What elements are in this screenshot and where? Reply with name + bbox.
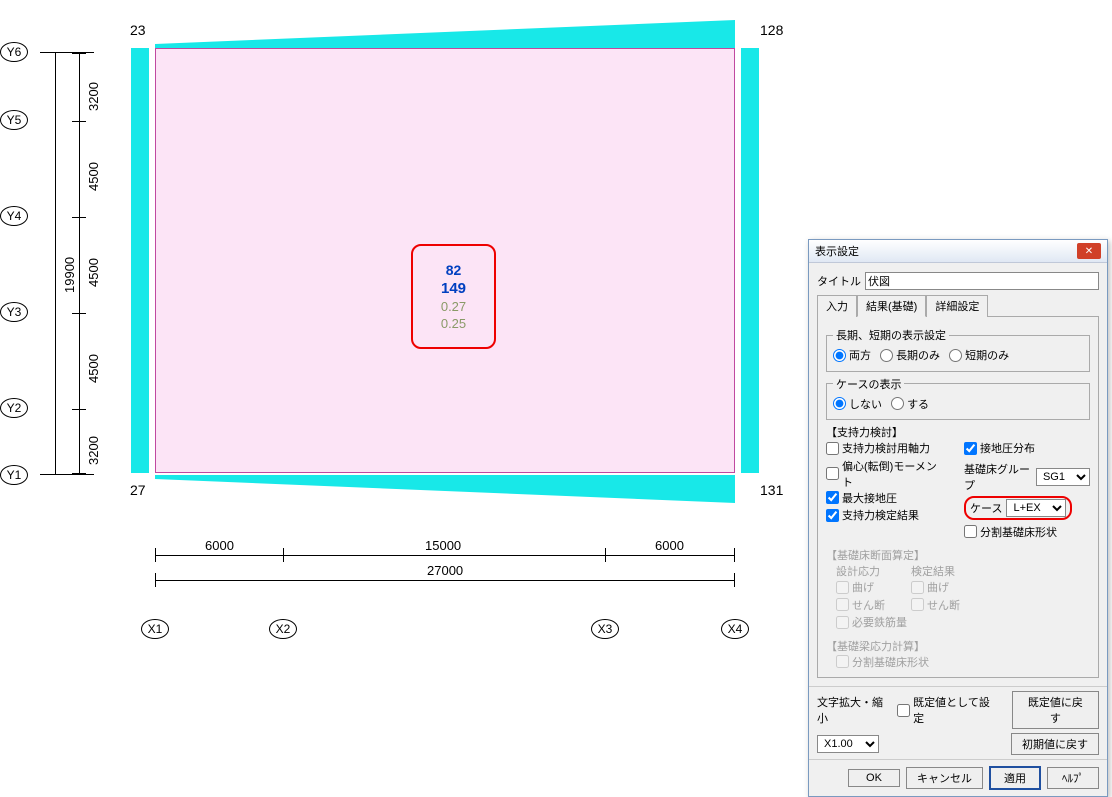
grid-label-y5: Y5 [0,110,28,130]
foundation-slab-area: 82 149 0.27 0.25 [155,48,735,473]
plan-drawing-canvas: Y6 Y5 Y4 Y3 Y2 Y1 3200 4500 4500 4500 32… [0,0,780,645]
left-distribution-bar [131,48,149,473]
x-span-3: 6000 [655,538,684,553]
display-settings-dialog: 表示設定 ✕ タイトル 入力 結果(基礎) 詳細設定 長期、短期の表示設定 両方… [808,239,1108,797]
grid-label-x4: X4 [721,619,749,639]
check-max-pressure[interactable]: 最大接地圧 [826,490,897,506]
case-select[interactable]: L+EX [1006,499,1066,517]
restore-initial-button[interactable]: 初期値に戻す [1011,733,1099,755]
right-distribution-bar [741,48,759,473]
section-check-group: 【基礎床断面算定】 設計応力 曲げ せん断 検定結果 曲げ せん断 必要鉄筋量 [826,547,1090,632]
check-pressure-dist[interactable]: 接地圧分布 [964,440,1035,456]
corner-value-tr: 128 [760,22,783,38]
check-bearing-result[interactable]: 支持力検定結果 [826,507,919,523]
x-total: 27000 [427,563,463,578]
y-dimension-total: 19900 [40,52,70,475]
max-pressure-long: 82 [446,262,462,278]
radio-period-both[interactable]: 両方 [833,347,871,363]
apply-button[interactable]: 適用 [989,766,1041,790]
x-dimension-total: 27000 [155,565,735,595]
check-result-col-label: 検定結果 [911,563,966,579]
y-span-5: 3200 [86,82,101,111]
case-display-group: ケースの表示 しない する [826,376,1090,421]
grid-label-y1: Y1 [0,465,28,485]
check-split-shape[interactable]: 分割基礎床形状 [964,524,1057,540]
check-axial[interactable]: 支持力検討用軸力 [826,440,930,456]
y-span-3: 4500 [86,258,101,287]
dialog-title: 表示設定 [815,243,859,259]
cancel-button[interactable]: キャンセル [906,767,983,789]
corner-value-br: 131 [760,482,783,498]
y-total: 19900 [62,257,77,293]
check-eccentric[interactable]: 偏心(転倒)モーメント [826,458,946,490]
top-distribution-triangle [155,20,735,48]
bearing-group: 【支持力検討】 支持力検討用軸力 偏心(転倒)モーメント 最大接地圧 支持力検定… [826,424,1090,541]
case-label: ケース [970,500,1002,516]
bearing-ratio-short: 0.25 [441,316,466,331]
restore-default-button[interactable]: 既定値に戻す [1012,691,1099,729]
close-icon: ✕ [1085,246,1093,257]
check-bending-2: 曲げ [911,579,949,595]
foundation-group-label: 基礎床グループ [964,461,1032,493]
case-display-legend: ケースの表示 [833,376,904,392]
close-button[interactable]: ✕ [1077,243,1101,259]
x-span-2: 15000 [425,538,461,553]
grid-label-y2: Y2 [0,398,28,418]
grid-label-x1: X1 [141,619,169,639]
check-set-as-default[interactable]: 既定値として設定 [897,694,1000,726]
check-bending-1: 曲げ [836,579,874,595]
help-button[interactable]: ﾍﾙﾌﾟ [1047,767,1099,789]
section-check-legend: 【基礎床断面算定】 [826,547,1090,563]
check-shear-2: せん断 [911,597,960,613]
check-shear-1: せん断 [836,597,885,613]
check-req-rebar: 必要鉄筋量 [836,614,907,630]
grid-label-y4: Y4 [0,206,28,226]
beam-stress-legend: 【基礎梁応力計算】 [826,638,1090,654]
radio-period-long[interactable]: 長期のみ [880,347,940,363]
y-span-2: 4500 [86,354,101,383]
period-display-group: 長期、短期の表示設定 両方 長期のみ 短期のみ [826,327,1090,372]
zoom-select[interactable]: X1.00 [817,735,879,753]
ok-button[interactable]: OK [848,769,900,787]
case-selection-highlight: ケース L+EX [964,496,1072,520]
result-highlight-box: 82 149 0.27 0.25 [411,244,496,349]
grid-label-y3: Y3 [0,302,28,322]
grid-label-x2: X2 [269,619,297,639]
bearing-legend: 【支持力検討】 [826,424,1090,440]
y-span-1: 3200 [86,436,101,465]
tab-input[interactable]: 入力 [817,295,857,317]
foundation-group-select[interactable]: SG1 [1036,468,1090,486]
tab-detail[interactable]: 詳細設定 [926,295,988,317]
grid-label-x3: X3 [591,619,619,639]
zoom-label: 文字拡大・縮小 [817,694,893,726]
radio-case-yes[interactable]: する [891,396,929,412]
title-input[interactable] [865,272,1099,290]
design-stress-col-label: 設計応力 [836,563,891,579]
x-span-1: 6000 [205,538,234,553]
grid-label-y6: Y6 [0,42,28,62]
radio-period-short[interactable]: 短期のみ [949,347,1009,363]
beam-stress-group: 【基礎梁応力計算】 分割基礎床形状 [826,638,1090,672]
title-field-label: タイトル [817,273,861,289]
check-beam-split-shape: 分割基礎床形状 [836,654,929,670]
max-pressure-short: 149 [441,280,466,297]
corner-value-tl: 23 [130,22,146,38]
y-span-4: 4500 [86,162,101,191]
corner-value-bl: 27 [130,482,146,498]
bearing-ratio-long: 0.27 [441,299,466,314]
bottom-distribution-triangle [155,475,735,503]
period-legend: 長期、短期の表示設定 [833,327,949,343]
radio-case-no[interactable]: しない [833,396,882,412]
tab-result-foundation[interactable]: 結果(基礎) [857,295,926,317]
